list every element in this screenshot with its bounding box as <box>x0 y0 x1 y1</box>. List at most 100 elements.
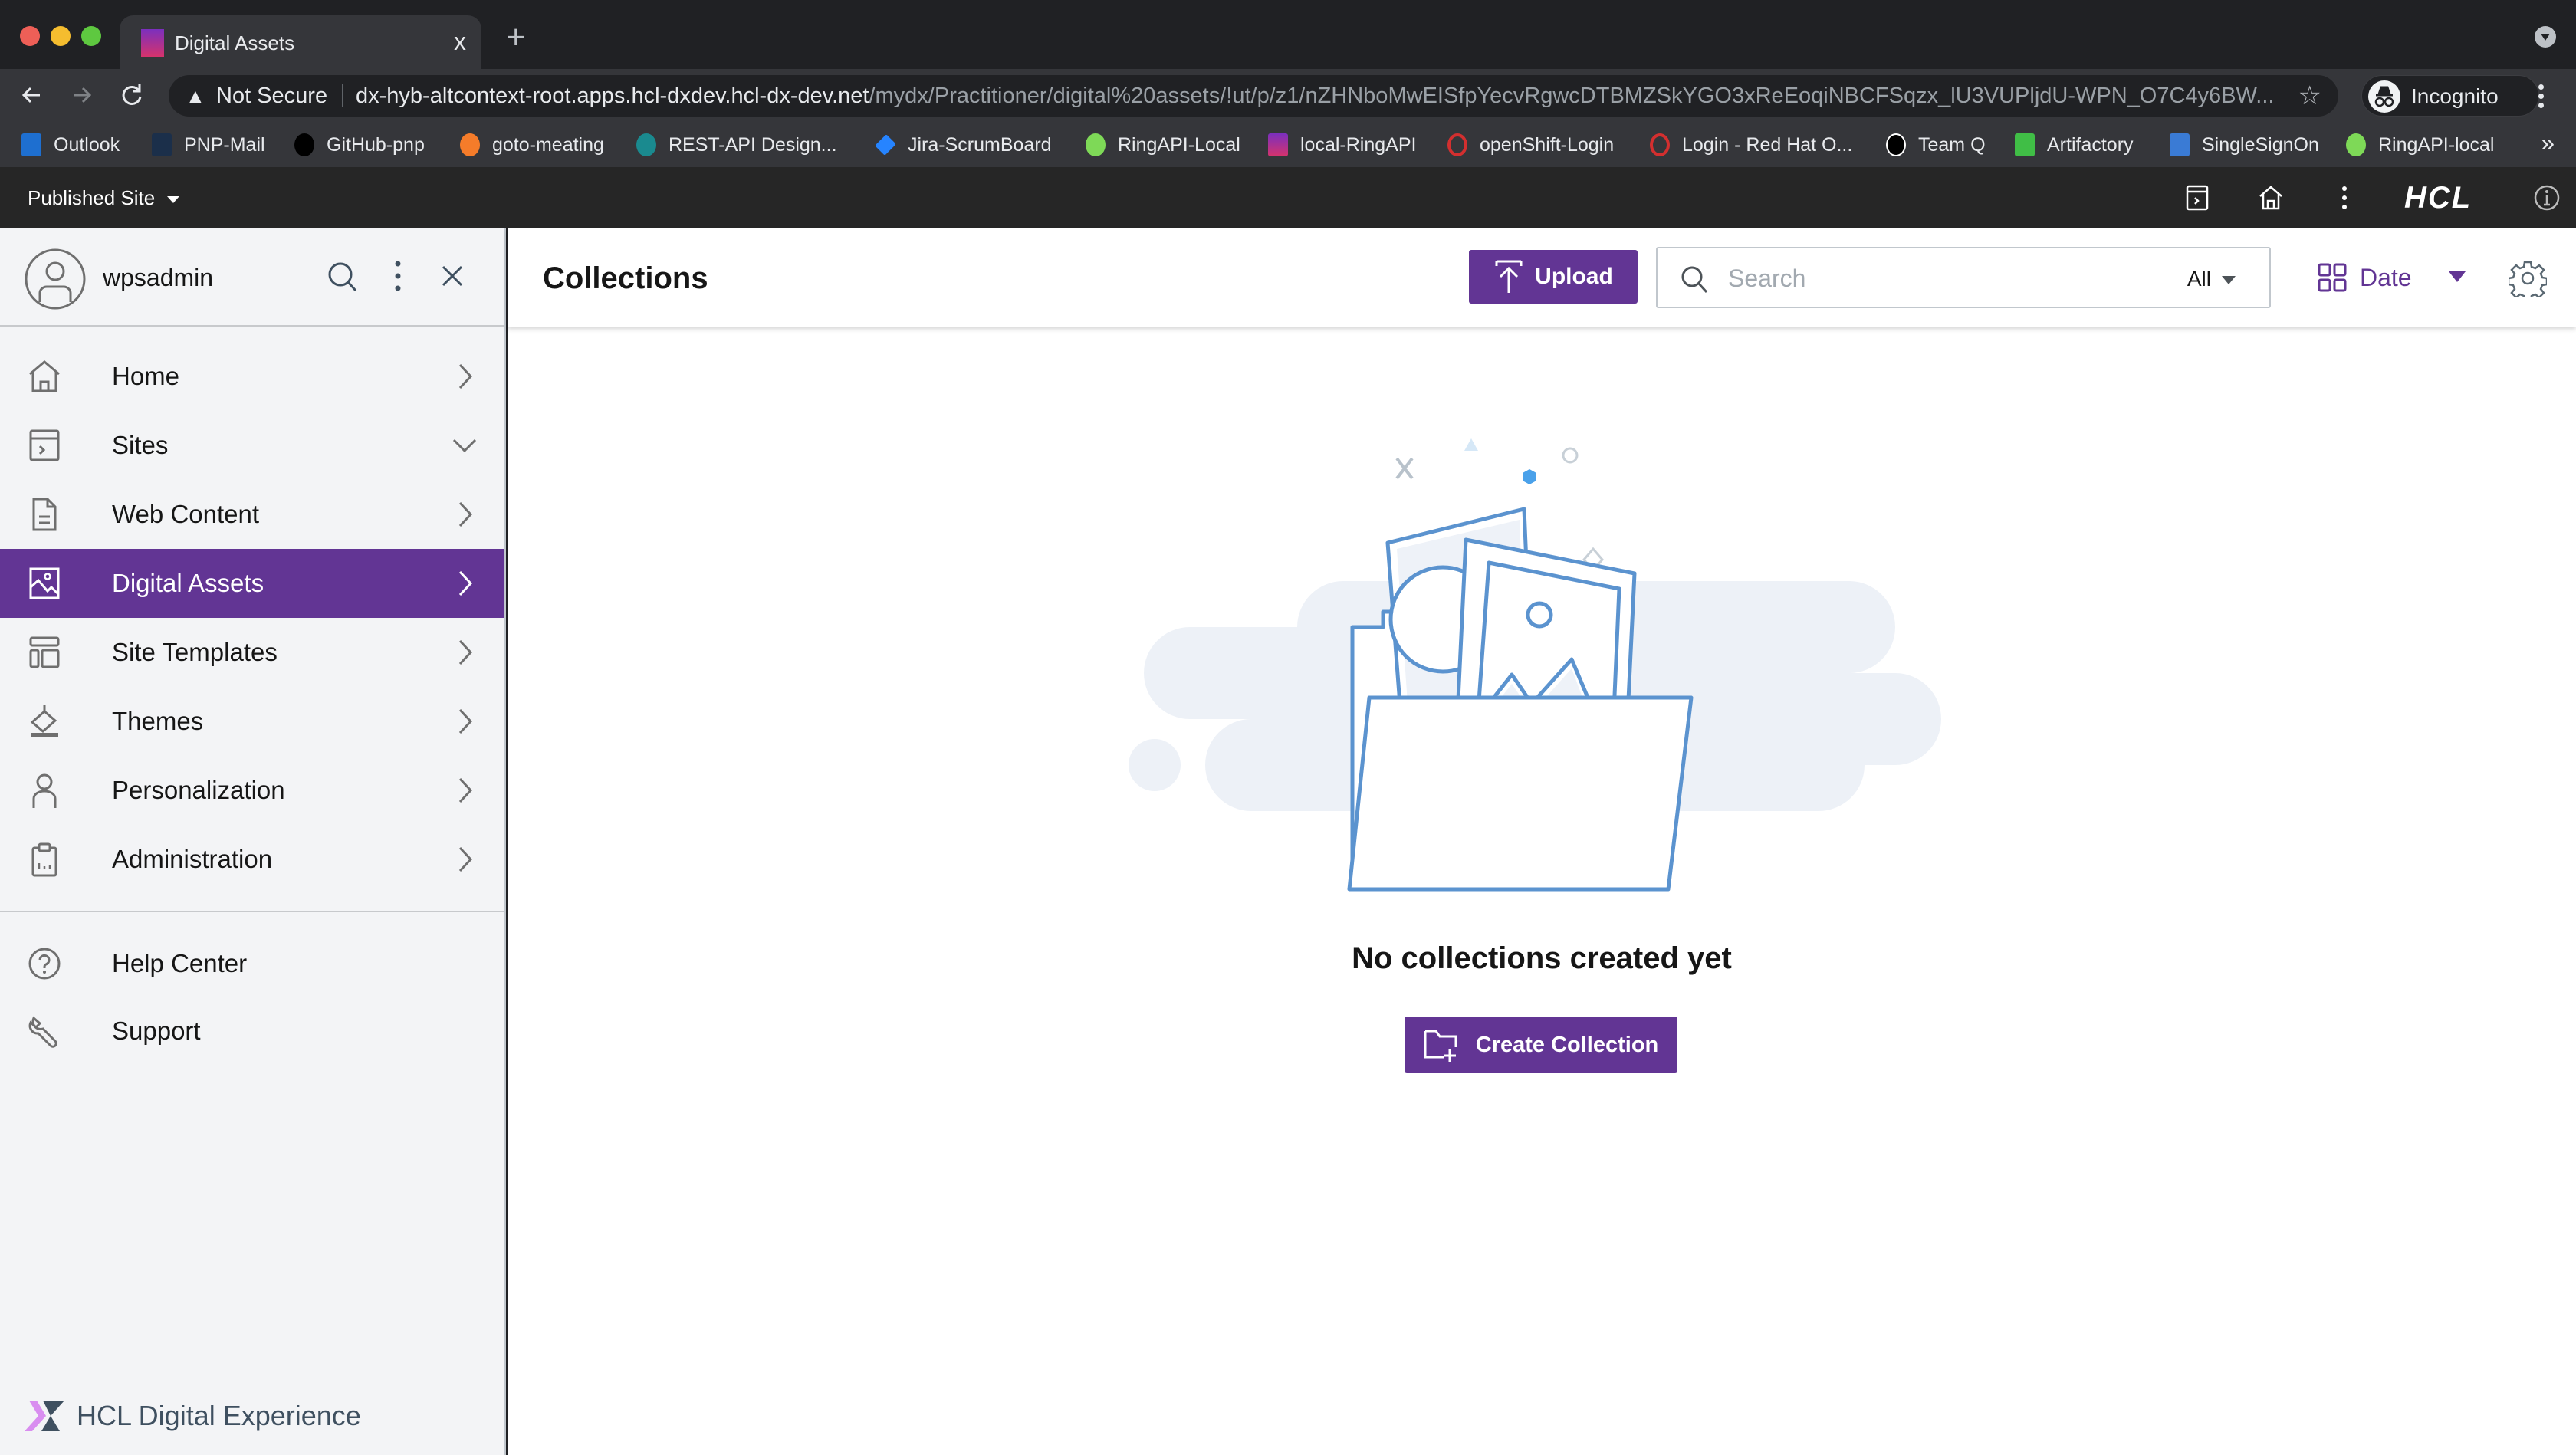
sort-by-date-button[interactable]: Date <box>2317 255 2412 301</box>
dx-menu-button[interactable] <box>2331 184 2358 212</box>
sidebar-search-button[interactable] <box>325 259 360 294</box>
bookmark-label: Login - Red Hat O... <box>1682 133 1853 156</box>
pnp-mail-icon <box>152 133 172 156</box>
settings-button[interactable] <box>2509 259 2547 297</box>
sidebar-item-personalization[interactable]: Personalization <box>0 756 504 825</box>
bookmark-item[interactable]: REST-API Design... <box>636 130 837 159</box>
site-panel-button[interactable] <box>2183 184 2211 212</box>
url-text[interactable]: dx-hyb-altcontext-root.apps.hcl-dxdev.hc… <box>356 83 2288 109</box>
bookmark-item[interactable]: Jira-ScrumBoard <box>875 130 1052 159</box>
openshift-icon <box>1650 133 1670 156</box>
window-close-button[interactable] <box>20 26 40 46</box>
sidebar-item-web-content[interactable]: Web Content <box>0 480 504 549</box>
tab-close-button[interactable]: x <box>454 28 466 55</box>
address-bar[interactable]: ▲ Not Secure dx-hyb-altcontext-root.apps… <box>169 75 2338 117</box>
warning-icon: ▲ <box>186 84 205 107</box>
grid-view-icon <box>2318 263 2347 292</box>
paint-bucket-icon <box>28 704 61 739</box>
bookmark-item[interactable]: PNP-Mail <box>152 130 265 159</box>
browser-menu-button[interactable] <box>2535 81 2547 112</box>
browser-tab-active[interactable]: Digital Assets x <box>120 15 481 71</box>
wrench-icon <box>28 1013 61 1049</box>
kebab-icon <box>2342 186 2347 209</box>
user-avatar-icon <box>25 248 86 310</box>
sidebar-item-site-templates[interactable]: Site Templates <box>0 618 504 687</box>
api-icon <box>1086 133 1106 156</box>
site-selector-dropdown[interactable]: Published Site <box>28 182 180 213</box>
sidebar-item-administration[interactable]: Administration <box>0 825 504 894</box>
bookmarks-bar: Outlook PNP-Mail GitHub-pnp goto-meating… <box>0 123 2576 167</box>
address-divider <box>342 84 343 107</box>
sidebar-item-support[interactable]: Support <box>0 997 504 1066</box>
sort-dropdown-caret-icon[interactable] <box>2449 271 2466 282</box>
sidebar-item-digital-assets[interactable]: Digital Assets <box>0 549 504 618</box>
page-header: Collections Upload All Date <box>508 228 2576 327</box>
security-status[interactable]: Not Secure <box>216 83 327 109</box>
url-path: /mydx/Practitioner/digital%20assets/!ut/… <box>869 84 2275 108</box>
hcl-dx-favicon-icon <box>141 29 164 57</box>
info-button[interactable] <box>2533 184 2561 212</box>
tab-search-button[interactable] <box>2535 26 2556 48</box>
search-scope-value: All <box>2187 267 2211 291</box>
search-scope-dropdown[interactable]: All <box>2187 264 2236 294</box>
incognito-icon <box>2368 80 2400 113</box>
bookmark-item[interactable]: SingleSignOn <box>2170 130 2319 159</box>
home-button[interactable] <box>2257 184 2285 212</box>
bookmark-item[interactable]: openShift-Login <box>1447 130 1614 159</box>
bookmark-item[interactable]: goto-meating <box>460 130 604 159</box>
bookmark-label: Jira-ScrumBoard <box>908 133 1052 156</box>
search-icon <box>328 262 357 292</box>
home-icon <box>28 359 61 394</box>
bookmark-item[interactable]: Team Q <box>1886 130 1986 159</box>
back-button[interactable] <box>17 80 48 110</box>
search-field[interactable]: All <box>1656 247 2271 308</box>
sidebar-item-sites[interactable]: Sites <box>0 411 504 480</box>
forward-button[interactable] <box>66 80 97 110</box>
info-icon <box>2534 185 2560 211</box>
window-minimize-button[interactable] <box>51 26 71 46</box>
bookmark-item[interactable]: RingAPI-local <box>2346 130 2494 159</box>
sidebar-item-themes[interactable]: Themes <box>0 687 504 756</box>
sidebar-item-home[interactable]: Home <box>0 342 504 411</box>
brand-name: HCL Digital Experience <box>77 1400 361 1431</box>
bookmark-label: Team Q <box>1918 133 1986 156</box>
sidebar-divider <box>0 911 504 912</box>
sharepoint-icon <box>636 133 656 156</box>
sidebar-item-help-center[interactable]: Help Center <box>0 929 504 998</box>
bookmark-star-icon[interactable]: ☆ <box>2298 81 2321 110</box>
bookmark-item[interactable]: local-RingAPI <box>1268 130 1416 159</box>
bookmark-item[interactable]: GitHub-pnp <box>294 130 425 159</box>
reload-button[interactable] <box>117 80 147 110</box>
sidebar-menu-button[interactable] <box>380 259 416 294</box>
window-maximize-button[interactable] <box>81 26 101 46</box>
create-collection-button[interactable]: Create Collection <box>1405 1017 1677 1073</box>
sparkle-hexagon-icon <box>1523 469 1536 484</box>
gotomeeting-icon <box>460 133 480 156</box>
search-icon <box>1679 264 1710 294</box>
image-icon <box>28 566 61 601</box>
empty-state-message: No collections created yet <box>1352 941 1732 975</box>
avatar[interactable] <box>25 248 86 310</box>
sparkle-triangle-icon <box>1464 438 1478 451</box>
bookmarks-overflow-button[interactable]: » <box>2541 129 2555 157</box>
upload-button[interactable]: Upload <box>1469 250 1638 304</box>
caret-down-icon <box>2222 276 2236 285</box>
bookmark-item[interactable]: RingAPI-Local <box>1086 130 1240 159</box>
bookmark-item[interactable]: Artifactory <box>2015 130 2134 159</box>
kebab-icon <box>395 261 401 291</box>
home-icon <box>2259 186 2282 210</box>
url-host: dx-hyb-altcontext-root.apps.hcl-dxdev.hc… <box>356 84 869 108</box>
chevron-down-icon <box>452 431 477 460</box>
search-input[interactable] <box>1728 259 2127 297</box>
sidebar-close-button[interactable] <box>435 259 471 294</box>
incognito-profile-button[interactable]: Incognito <box>2361 75 2539 117</box>
api-icon <box>2346 133 2366 156</box>
github-icon <box>294 133 314 156</box>
empty-collection-illustration <box>1129 438 1941 892</box>
sidebar-item-label: Themes <box>112 707 204 735</box>
caret-down-icon <box>167 195 180 203</box>
bookmark-item[interactable]: Login - Red Hat O... <box>1650 130 1852 159</box>
new-tab-button[interactable]: + <box>506 18 526 57</box>
chevron-right-icon <box>452 776 477 805</box>
bookmark-item[interactable]: Outlook <box>21 130 120 159</box>
